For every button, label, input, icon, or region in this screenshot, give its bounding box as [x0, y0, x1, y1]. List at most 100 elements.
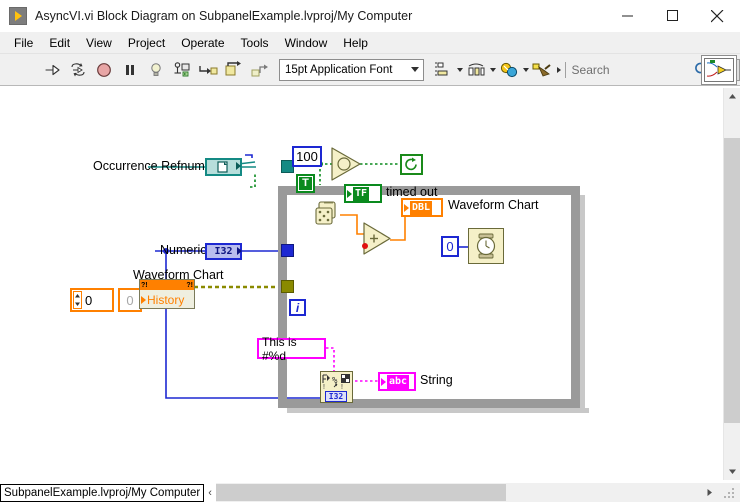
timed-out-arrow [347, 190, 352, 198]
waveform-chart-arrow [404, 204, 409, 212]
history-index-value: 0 [85, 293, 92, 308]
step-over-icon[interactable] [221, 57, 247, 83]
boolean-true-constant[interactable]: T [296, 174, 315, 193]
menu-item-window[interactable]: Window [277, 34, 336, 52]
loop-shadow-right [580, 195, 585, 413]
format-int-terminal: I32 [325, 391, 347, 402]
chevron-up-icon[interactable] [724, 88, 740, 105]
string-indicator[interactable]: abc [378, 372, 416, 391]
resize-objects-control[interactable] [496, 57, 529, 83]
step-into-icon[interactable] [195, 57, 221, 83]
window-title: AsyncVI.vi Block Diagram on SubpanelExam… [35, 9, 412, 23]
format-string-constant[interactable]: This is #%d [257, 338, 326, 359]
tunnel-chart-reference[interactable] [281, 280, 294, 293]
resize-objects-icon[interactable] [496, 57, 522, 83]
toolbar-separator [565, 62, 566, 78]
minimize-icon[interactable] [605, 0, 650, 32]
set-occurrence-icon[interactable] [400, 154, 423, 175]
distribute-objects-control[interactable] [463, 57, 496, 83]
timeout-constant[interactable]: 100 [292, 146, 322, 167]
numeric-label: Numeric [160, 243, 207, 257]
menu-item-help[interactable]: Help [335, 34, 376, 52]
wait-ms-constant[interactable]: 0 [441, 236, 459, 257]
add-function-node[interactable] [362, 221, 394, 256]
search-input[interactable]: Search [572, 59, 689, 81]
distribute-objects-icon[interactable] [463, 57, 489, 83]
svg-text:!: ! [323, 384, 325, 391]
font-select[interactable]: 15pt Application Font [279, 59, 424, 81]
abort-execution-icon[interactable] [91, 57, 117, 83]
block-diagram-canvas[interactable]: i Occurrence Refnum Numeric I32 Waveform… [0, 88, 740, 480]
string-indicator-arrow [381, 378, 386, 386]
chevron-right-icon[interactable] [700, 483, 719, 502]
maximize-icon[interactable] [650, 0, 695, 32]
occurrence-refnum-terminal-arrow [236, 162, 241, 170]
property-node-property-name: History [147, 293, 184, 307]
status-expander-icon[interactable]: ‹ [208, 487, 212, 499]
font-select-label: 15pt Application Font [285, 64, 392, 76]
property-node-input-arrow [141, 296, 146, 304]
reorder-objects-control[interactable] [529, 57, 561, 83]
history-constant-value: 0 [126, 293, 133, 308]
wait-ms-timer-icon[interactable] [468, 228, 504, 264]
step-out-icon[interactable] [247, 57, 273, 83]
history-numeric-control[interactable]: 0 [70, 288, 114, 312]
vi-connector-pane-icon[interactable] [701, 55, 737, 85]
format-int-type: I32 [329, 392, 343, 401]
search-placeholder: Search [572, 63, 610, 77]
format-string-value: This is #%d [262, 335, 324, 363]
menu-item-operate[interactable]: Operate [173, 34, 232, 52]
property-node-class-header: ?! ?! [140, 280, 194, 290]
format-into-string-icon[interactable]: % ! ! I32 [320, 371, 353, 403]
chevron-right-icon [557, 67, 561, 73]
vertical-scrollbar[interactable] [723, 88, 740, 480]
align-objects-control[interactable] [430, 57, 463, 83]
timed-out-indicator[interactable]: TF [344, 184, 382, 203]
property-node-history[interactable]: ?! ?! History [139, 279, 195, 309]
menu-item-view[interactable]: View [78, 34, 120, 52]
menu-item-file[interactable]: File [6, 34, 41, 52]
refnum-glyph-icon [217, 161, 231, 173]
retain-wire-values-icon[interactable] [169, 57, 195, 83]
boolean-true-value: T [299, 177, 312, 190]
labview-run-arrow-icon [9, 7, 27, 25]
menu-item-tools[interactable]: Tools [233, 34, 277, 52]
run-continuously-icon[interactable] [65, 57, 91, 83]
spinner-arrows-icon[interactable] [73, 291, 82, 309]
status-path-label[interactable]: SubpanelExample.lvproj/My Computer [0, 484, 204, 502]
resize-grip[interactable] [723, 485, 739, 501]
waveform-chart-type: DBL [410, 201, 432, 215]
coercion-dot [362, 243, 368, 249]
vertical-scrollbar-thumb[interactable] [724, 138, 740, 423]
chevron-down-icon [411, 67, 419, 72]
horizontal-scrollbar-thumb[interactable] [216, 484, 506, 501]
timed-out-type: TF [353, 187, 369, 201]
menu-item-edit[interactable]: Edit [41, 34, 78, 52]
chevron-down-icon[interactable] [724, 463, 740, 480]
svg-text:!: ! [341, 384, 343, 391]
pause-icon[interactable] [117, 57, 143, 83]
tunnel-numeric[interactable] [281, 244, 294, 257]
light-bulb-icon[interactable] [143, 57, 169, 83]
numeric-terminal-arrow [237, 247, 242, 255]
waveform-chart-indicator-label: Waveform Chart [448, 198, 539, 212]
close-icon[interactable] [695, 0, 740, 32]
menu-item-project[interactable]: Project [120, 34, 173, 52]
title-bar: AsyncVI.vi Block Diagram on SubpanelExam… [0, 0, 740, 32]
run-arrow-icon[interactable] [39, 57, 65, 83]
block-diagram[interactable]: i Occurrence Refnum Numeric I32 Waveform… [0, 88, 716, 480]
horizontal-scrollbar[interactable] [216, 483, 740, 502]
iteration-terminal[interactable]: i [289, 299, 306, 316]
occurrence-refnum-label: Occurrence Refnum [93, 159, 205, 173]
align-objects-icon[interactable] [430, 57, 456, 83]
random-number-dice-icon[interactable] [314, 200, 342, 228]
menu-bar: File Edit View Project Operate Tools Win… [0, 32, 740, 54]
string-indicator-label: String [420, 373, 453, 387]
numeric-terminal-type: I32 [214, 246, 232, 257]
wait-on-occurrence-icon[interactable] [330, 146, 368, 182]
string-indicator-type: abc [387, 375, 409, 389]
status-bar: SubpanelExample.lvproj/My Computer ‹ [0, 483, 216, 502]
reorder-objects-icon[interactable] [529, 57, 555, 83]
waveform-chart-indicator[interactable]: DBL [401, 198, 443, 217]
window-controls [605, 0, 740, 32]
